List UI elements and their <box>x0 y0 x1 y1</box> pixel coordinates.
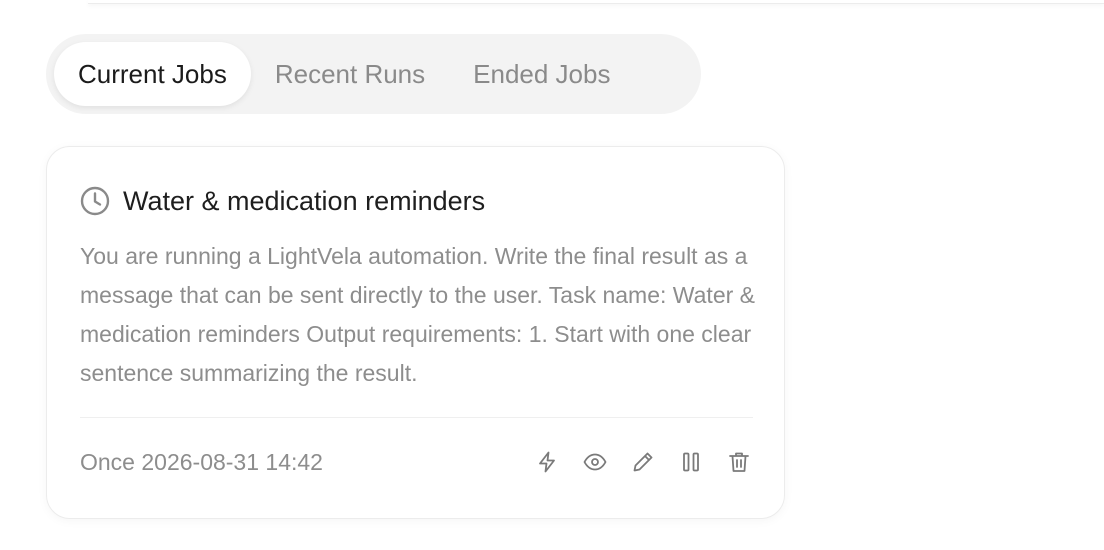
delete-button[interactable] <box>725 448 753 476</box>
job-card-footer: Once 2026-08-31 14:42 <box>80 445 753 479</box>
run-now-icon <box>539 451 555 473</box>
run-now-button[interactable] <box>533 448 561 476</box>
view-button[interactable] <box>581 448 609 476</box>
edit-button[interactable] <box>629 448 657 476</box>
tab-ended-jobs[interactable]: Ended Jobs <box>449 42 634 106</box>
tab-current-jobs[interactable]: Current Jobs <box>54 42 251 106</box>
clock-icon <box>80 186 110 216</box>
pause-icon <box>683 452 699 472</box>
tab-recent-runs[interactable]: Recent Runs <box>251 42 449 106</box>
job-actions <box>513 448 753 476</box>
edit-icon <box>633 452 653 472</box>
pause-button[interactable] <box>677 448 705 476</box>
job-tabs: Current Jobs Recent Runs Ended Jobs <box>46 34 701 114</box>
top-bar-edge <box>88 0 1104 4</box>
job-schedule: Once 2026-08-31 14:42 <box>80 448 323 475</box>
job-description: You are running a LightVela automation. … <box>80 243 756 386</box>
card-divider <box>80 417 753 418</box>
view-icon <box>583 453 607 471</box>
job-title: Water & medication reminders <box>123 185 486 216</box>
job-card[interactable]: Water & medication reminders You are run… <box>46 146 785 519</box>
job-card-header: Water & medication reminders <box>79 185 485 217</box>
delete-icon <box>729 452 749 472</box>
